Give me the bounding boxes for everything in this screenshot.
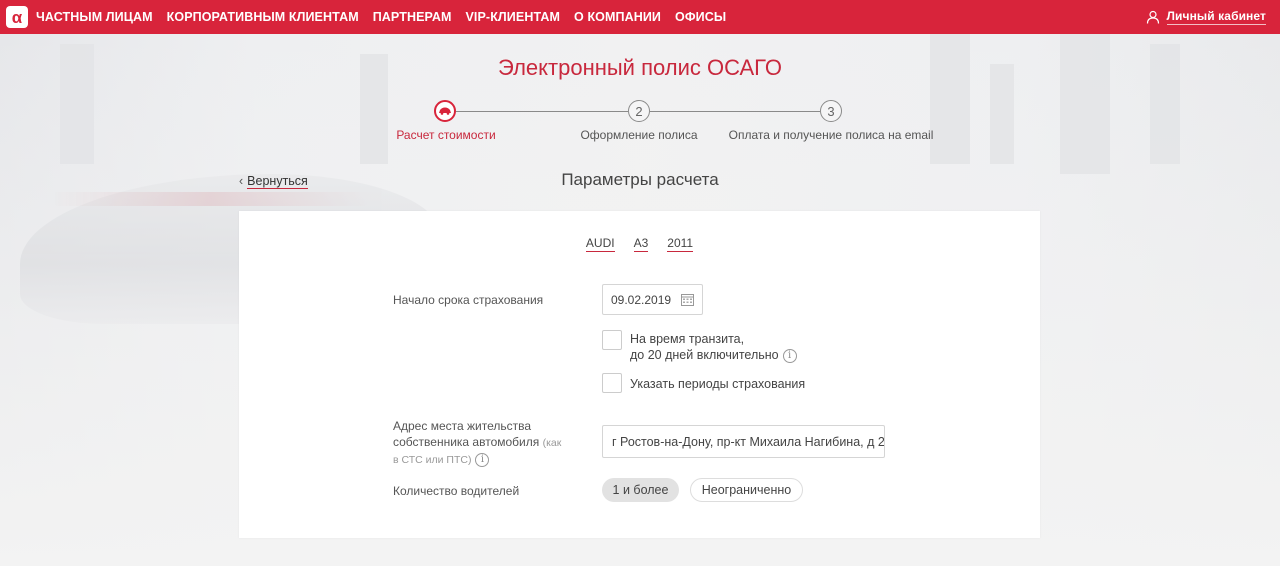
drivers-option-unlimited[interactable]: Неограниченно — [690, 478, 803, 502]
drivers-label: Количество водителей — [393, 484, 520, 498]
nav-item-offices[interactable]: ОФИСЫ — [675, 10, 726, 24]
step-2-label: Оформление полиса — [580, 128, 698, 142]
brand-logo[interactable]: α — [6, 6, 28, 28]
periods-label: Указать периоды страхования — [630, 377, 806, 391]
nav-item-partners[interactable]: ПАРТНЕРАМ — [373, 10, 452, 24]
start-date-value: 09.02.2019 — [611, 292, 672, 307]
nav-item-individuals[interactable]: ЧАСТНЫМ ЛИЦАМ — [36, 10, 153, 24]
nav-item-about[interactable]: О КОМПАНИИ — [574, 10, 661, 24]
transit-label: На время транзита, до 20 дней включитель… — [630, 331, 797, 363]
info-icon[interactable]: i — [475, 452, 490, 467]
address-label-line2: собственника автомобиля — [393, 435, 540, 449]
address-hint-1: (как — [542, 437, 562, 449]
car-year-link[interactable]: 2011 — [667, 236, 694, 252]
address-label-line1: Адрес места жительства — [393, 419, 532, 433]
calculation-form-card: AUDI A3 2011 Начало срока страхования 09… — [239, 211, 1040, 538]
account-link[interactable]: Личный кабинет — [1146, 0, 1266, 34]
nav-item-corporate[interactable]: КОРПОРАТИВНЫМ КЛИЕНТАМ — [167, 10, 359, 24]
start-date-label: Начало срока страхования — [393, 293, 544, 307]
car-summary: AUDI A3 2011 — [239, 236, 1040, 252]
nav-item-vip[interactable]: VIP-КЛИЕНТАМ — [465, 10, 560, 24]
page-title: Электронный полис ОСАГО — [498, 55, 782, 80]
account-label: Личный кабинет — [1166, 9, 1266, 25]
transit-label-line2: до 20 дней включительно — [630, 348, 779, 362]
step-3-circle: 3 — [820, 100, 842, 122]
start-date-input[interactable]: 09.02.2019 — [602, 284, 703, 315]
car-make-link[interactable]: AUDI — [585, 236, 615, 252]
step-1-label: Расчет стоимости — [396, 128, 496, 142]
step-2-circle: 2 — [628, 100, 650, 122]
step-3-label: Оплата и получение полиса на email — [728, 128, 934, 142]
user-icon — [1146, 10, 1159, 24]
top-navigation: α ЧАСТНЫМ ЛИЦАМ КОРПОРАТИВНЫМ КЛИЕНТАМ П… — [0, 0, 1280, 34]
periods-checkbox[interactable] — [602, 373, 622, 393]
step-connector — [456, 111, 628, 112]
step-connector — [650, 111, 820, 112]
calendar-icon[interactable] — [681, 293, 694, 306]
info-icon[interactable]: i — [782, 348, 797, 363]
car-icon — [439, 107, 451, 115]
drivers-option-one-or-more[interactable]: 1 и более — [602, 478, 679, 502]
progress-stepper: 2 3 Расчет стоимости Оформление полиса О… — [0, 100, 1280, 150]
car-model-link[interactable]: A3 — [633, 236, 649, 252]
address-hint-2: в СТС или ПТС) — [393, 454, 472, 466]
transit-checkbox[interactable] — [602, 330, 622, 350]
step-1-circle — [434, 100, 456, 122]
section-title: Параметры расчета — [561, 170, 719, 189]
transit-label-line1: На время транзита, — [630, 332, 745, 346]
address-label: Адрес места жительства собственника авто… — [393, 418, 561, 468]
address-input[interactable]: г Ростов-на-Дону, пр-кт Михаила Нагибина… — [602, 425, 885, 458]
